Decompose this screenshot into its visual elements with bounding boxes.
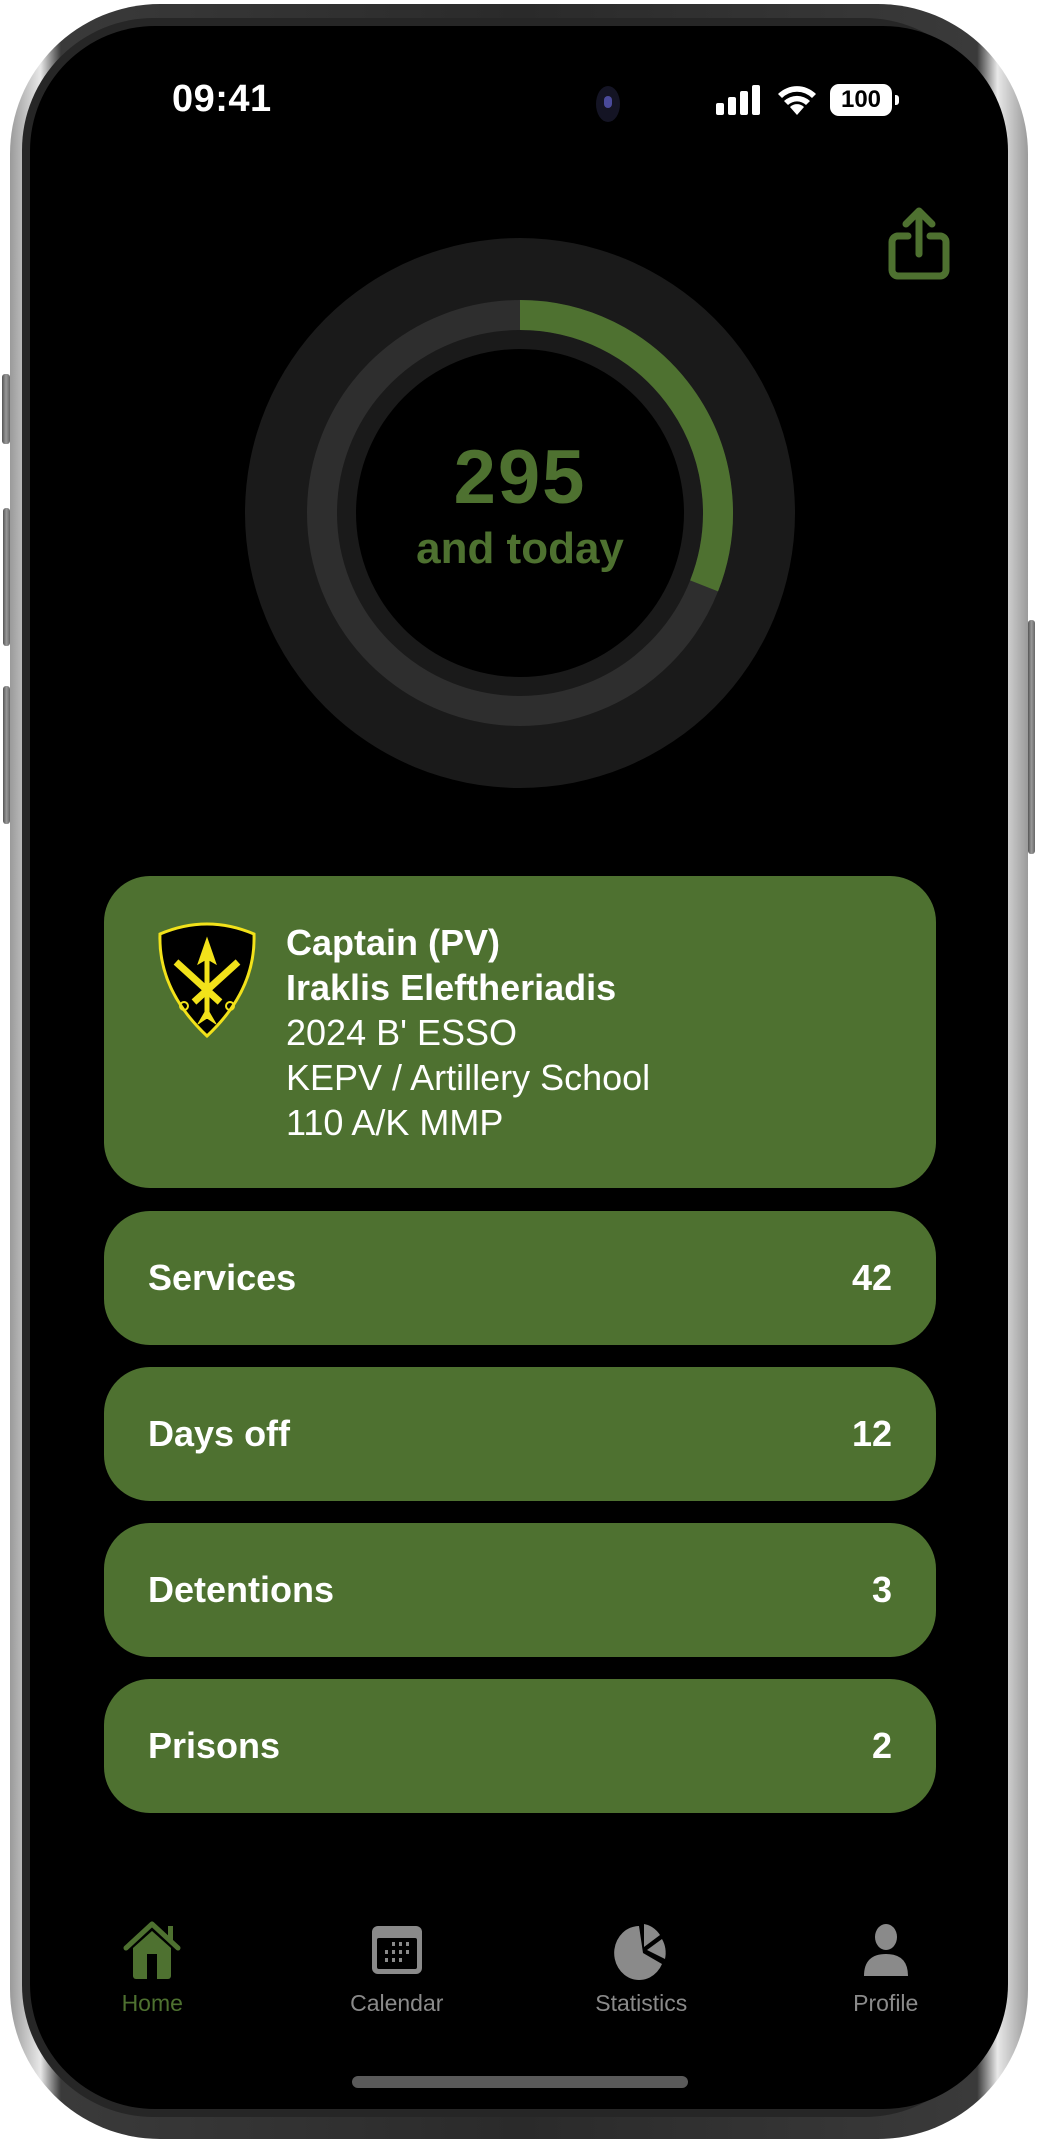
volume-down-button xyxy=(3,686,10,824)
stat-value: 42 xyxy=(851,1257,892,1298)
house-icon xyxy=(123,1921,181,1979)
profile-name: Iraklis Eleftheriadis xyxy=(286,967,617,1008)
stat-value: 2 xyxy=(871,1725,892,1766)
days-caption: and today xyxy=(416,524,624,573)
volume-up-button xyxy=(3,508,10,646)
stat-value: 12 xyxy=(851,1413,892,1454)
battery-icon: 100 xyxy=(830,84,899,116)
profile-details: Captain (PV) Iraklis Eleftheriadis 2024 … xyxy=(286,920,650,1145)
status-icons: 100 xyxy=(716,84,899,116)
person-icon xyxy=(863,1924,908,1976)
status-time: 09:41 xyxy=(172,78,272,120)
profile-card[interactable]: Captain (PV) Iraklis Eleftheriadis 2024 … xyxy=(104,876,936,1188)
tab-home[interactable]: Home xyxy=(30,1920,275,2040)
stat-row-detentions[interactable]: Detentions 3 xyxy=(104,1523,936,1657)
pie-chart-icon xyxy=(614,1924,666,1980)
days-progress-ring: 295 and today xyxy=(245,238,795,788)
stat-row-days-off[interactable]: Days off 12 xyxy=(104,1367,936,1501)
wifi-icon xyxy=(778,86,816,115)
profile-rank: Captain (PV) xyxy=(286,922,501,963)
cellular-signal-icon xyxy=(716,85,760,115)
profile-specialty: 110 A/K MMP xyxy=(286,1102,504,1143)
profile-class: 2024 B' ESSO xyxy=(286,1012,518,1053)
stat-row-services[interactable]: Services 42 xyxy=(104,1211,936,1345)
tab-calendar[interactable]: Calendar xyxy=(275,1920,520,2040)
days-count: 295 xyxy=(453,435,587,520)
stat-label: Prisons xyxy=(148,1725,281,1766)
stat-label: Detentions xyxy=(148,1569,335,1610)
front-camera xyxy=(596,86,620,122)
stat-value: 3 xyxy=(871,1569,892,1610)
tab-label: Home xyxy=(121,1990,183,2016)
power-button xyxy=(1028,620,1035,854)
share-button[interactable] xyxy=(886,206,952,282)
home-indicator[interactable] xyxy=(352,2076,688,2088)
share-icon xyxy=(888,207,950,280)
tab-label: Calendar xyxy=(350,1990,444,2016)
tab-profile[interactable]: Profile xyxy=(764,1920,1009,2040)
tab-statistics[interactable]: Statistics xyxy=(519,1920,764,2040)
tab-label: Profile xyxy=(853,1990,919,2016)
profile-unit: KEPV / Artillery School xyxy=(286,1057,651,1098)
artillery-insignia-icon xyxy=(158,922,256,1039)
tab-bar: Home Calendar Statistics Profile xyxy=(30,1920,1008,2040)
calendar-icon xyxy=(371,1926,422,1974)
tab-label: Statistics xyxy=(595,1990,688,2016)
stat-label: Services xyxy=(148,1257,297,1298)
ring-center: 295 and today xyxy=(245,238,795,788)
stat-row-prisons[interactable]: Prisons 2 xyxy=(104,1679,936,1813)
stat-label: Days off xyxy=(148,1413,291,1454)
action-button xyxy=(2,374,10,444)
